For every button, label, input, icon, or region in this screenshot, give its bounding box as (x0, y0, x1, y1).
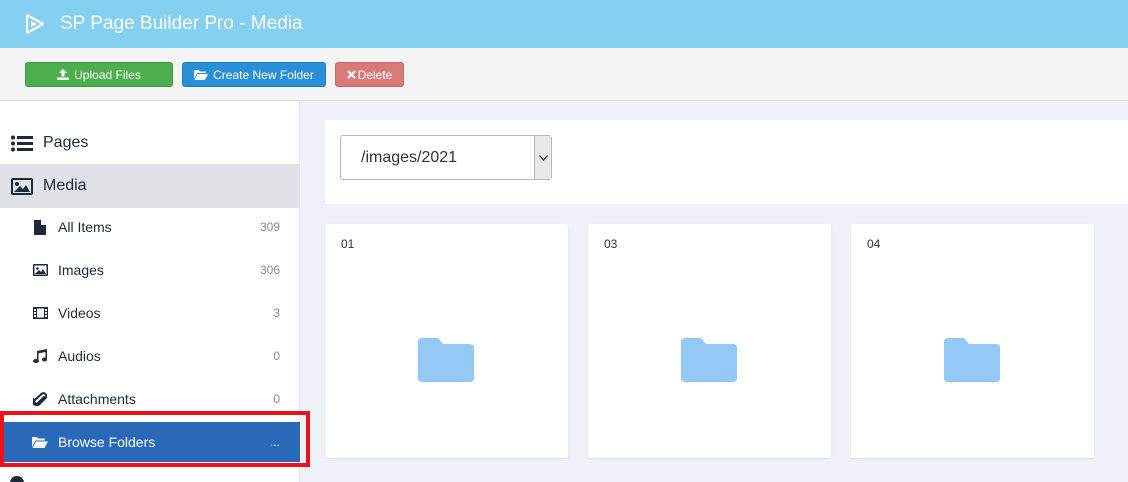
sidebar-item-label: Images (58, 262, 104, 278)
sidebar-item-pages[interactable]: Pages (0, 121, 300, 165)
toolbar: Upload Files Create New Folder Delete (0, 48, 1128, 101)
folder-name: 01 (341, 237, 355, 251)
sidebar-item-audios[interactable]: Audios 0 (0, 336, 300, 376)
sidebar-item-label: Attachments (58, 391, 136, 407)
sidebar-item-videos[interactable]: Videos 3 (0, 293, 300, 333)
music-icon (32, 349, 48, 363)
sidebar-item-label: All Items (58, 219, 112, 235)
folder-icon (944, 338, 1000, 382)
create-new-folder-button[interactable]: Create New Folder (182, 62, 326, 87)
image-icon (32, 264, 48, 276)
sidebar: Pages Media All Items 309 Images 306 Vid… (0, 101, 300, 482)
delete-button[interactable]: Delete (335, 62, 404, 87)
page-title: SP Page Builder Pro - Media (60, 13, 303, 34)
sidebar-item-label: Videos (58, 305, 101, 321)
item-count: 0 (273, 349, 280, 363)
chevron-down-icon[interactable] (534, 136, 551, 179)
folder-path-value: /images/2021 (361, 148, 458, 166)
sidebar-item-all-items[interactable]: All Items 309 (0, 207, 300, 247)
folder-card[interactable]: 04 (851, 224, 1094, 458)
folder-name: 03 (604, 237, 618, 251)
sidebar-item-images[interactable]: Images 306 (0, 250, 300, 290)
list-icon (11, 135, 33, 152)
sp-logo-icon (25, 13, 45, 35)
paperclip-icon (32, 391, 48, 407)
upload-files-button[interactable]: Upload Files (25, 62, 173, 87)
item-count: 3 (273, 306, 280, 320)
app-header: SP Page Builder Pro - Media (0, 0, 1128, 48)
folder-open-icon (194, 70, 209, 80)
folder-icon (681, 338, 737, 382)
file-icon (32, 219, 48, 235)
path-panel: /images/2021 (325, 120, 1128, 204)
sidebar-item-attachments[interactable]: Attachments 0 (0, 379, 300, 419)
folder-card[interactable]: 03 (588, 224, 831, 458)
folder-card[interactable]: 01 (325, 224, 568, 458)
film-icon (32, 307, 48, 319)
folder-name: 04 (867, 237, 881, 251)
item-count: ... (269, 435, 280, 449)
create-new-folder-label: Create New Folder (213, 67, 314, 82)
item-count: 309 (259, 220, 280, 234)
item-count: 306 (259, 263, 280, 277)
folder-open-icon (32, 436, 48, 448)
sidebar-item-browse-folders[interactable]: Browse Folders ... (0, 422, 300, 462)
sidebar-item-label: Audios (58, 348, 101, 364)
sidebar-item-label: Pages (43, 134, 89, 151)
delete-label: Delete (357, 67, 393, 82)
upload-files-label: Upload Files (74, 67, 141, 82)
folder-path-select[interactable]: /images/2021 (340, 135, 552, 180)
image-icon (11, 177, 33, 195)
sidebar-item-media[interactable]: Media (0, 164, 300, 208)
close-icon (346, 70, 356, 79)
folder-icon (418, 338, 474, 382)
sidebar-item-label: Media (43, 177, 87, 194)
upload-icon (57, 69, 70, 80)
sidebar-item-label: Browse Folders (58, 434, 156, 450)
item-count: 0 (273, 392, 280, 406)
